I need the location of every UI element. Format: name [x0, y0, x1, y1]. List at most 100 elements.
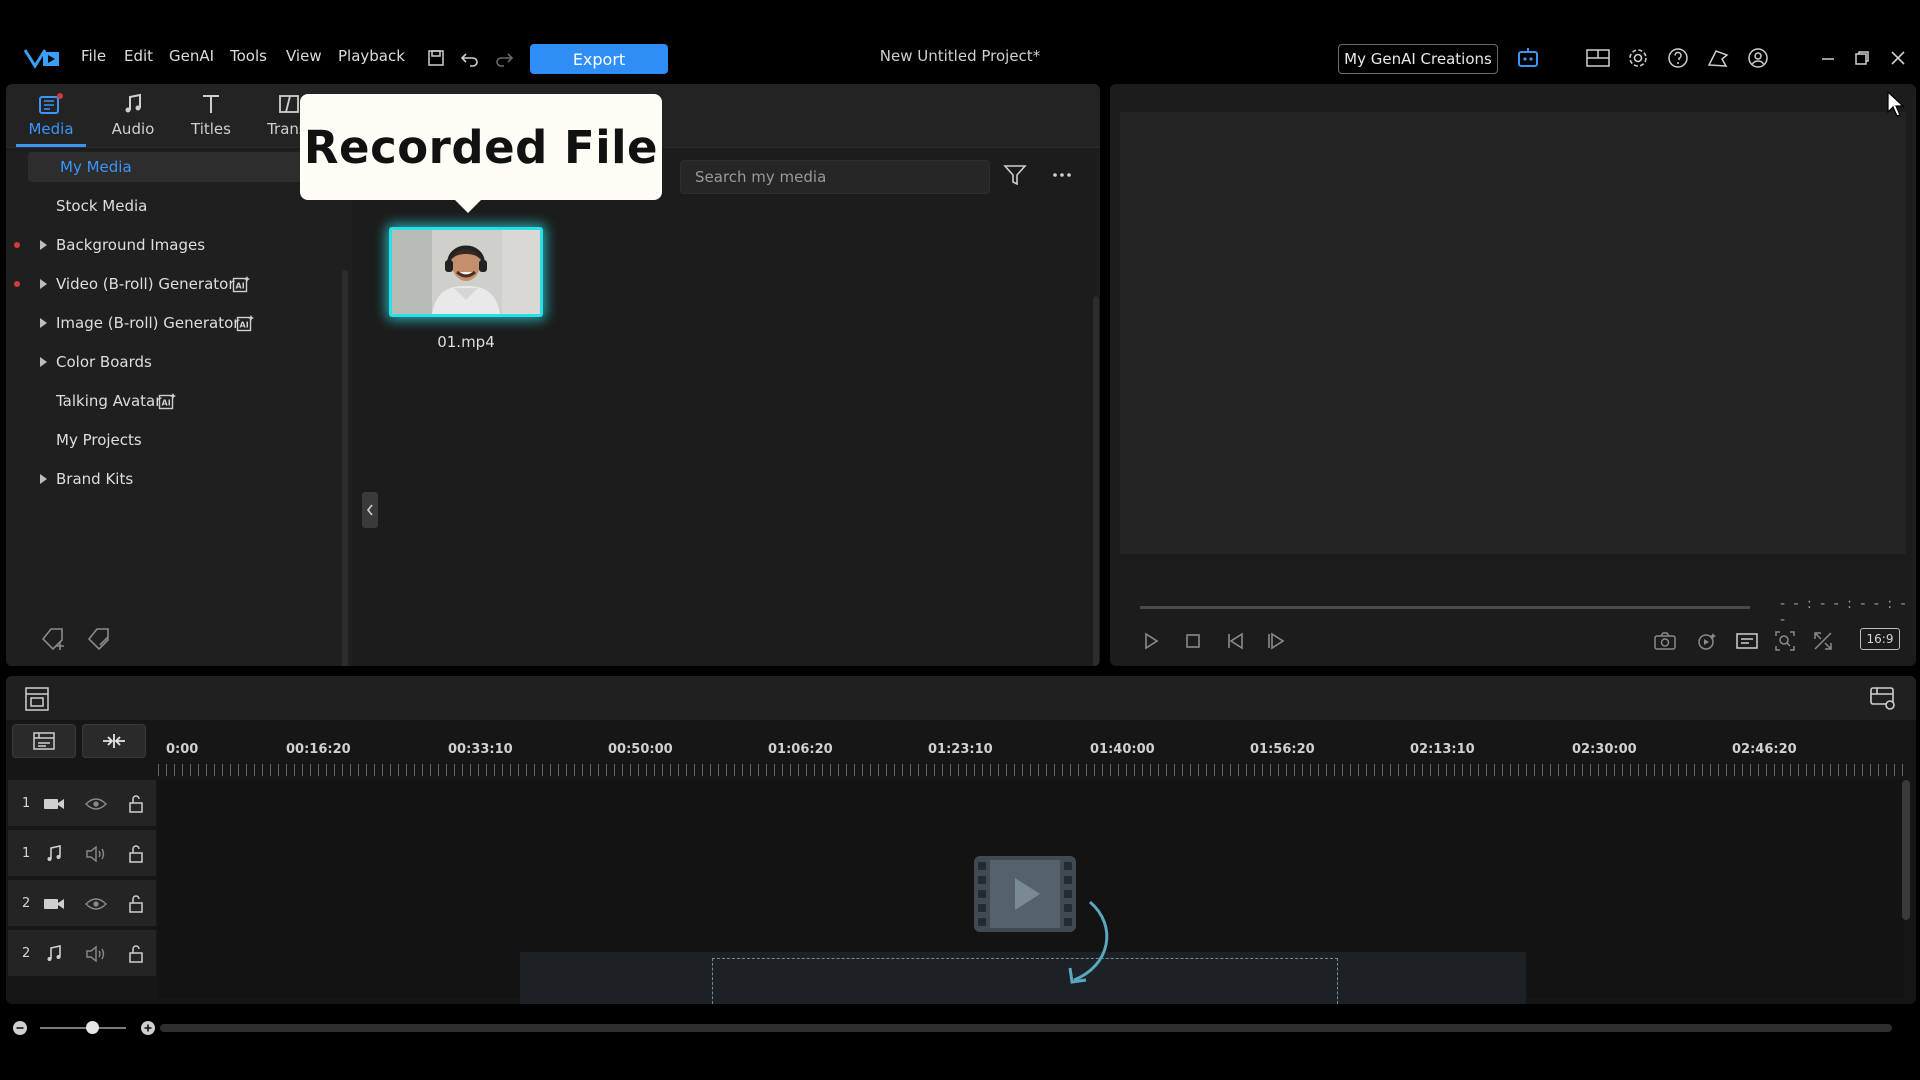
menu-playback[interactable]: Playback [338, 47, 405, 65]
tab-label: Audio [111, 120, 155, 138]
track-number: 1 [22, 796, 31, 811]
track-manager-button[interactable] [12, 724, 76, 758]
timeline-horizontal-scrollbar[interactable] [160, 1024, 1892, 1032]
tab-titles[interactable]: Titles [172, 92, 250, 144]
unlock-icon[interactable] [124, 792, 148, 816]
tree-item-my-media[interactable]: My Media [28, 152, 328, 182]
aspect-ratio-selector[interactable]: 16:9 [1860, 628, 1900, 650]
speaker-icon[interactable] [84, 842, 108, 866]
menu-genai[interactable]: GenAI [169, 47, 214, 65]
tree-item-stock-media[interactable]: Stock Media [6, 191, 336, 221]
previous-frame-icon[interactable] [1222, 626, 1252, 656]
preview-screen[interactable] [1120, 112, 1906, 554]
zoom-in-icon[interactable] [140, 1020, 156, 1036]
collapse-panel-handle[interactable] [362, 492, 378, 528]
save-icon[interactable] [422, 44, 450, 72]
media-thumbnail[interactable] [389, 227, 543, 317]
fit-timeline-button[interactable] [82, 724, 146, 758]
mouse-cursor-icon [1886, 90, 1906, 118]
feedback-icon[interactable] [1704, 44, 1732, 72]
more-options-icon[interactable] [1050, 162, 1074, 188]
new-indicator-dot [14, 242, 20, 248]
unlock-icon[interactable] [124, 842, 148, 866]
zoom-preview-icon[interactable] [1770, 626, 1800, 656]
ruler-label: 0:00 [166, 742, 199, 757]
subtitles-icon[interactable] [1732, 626, 1762, 656]
stop-icon[interactable] [1178, 626, 1208, 656]
play-icon[interactable] [1136, 626, 1166, 656]
tree-item-image-broll-generator[interactable]: Image (B-roll) Generator AI [6, 308, 336, 338]
unlock-icon[interactable] [124, 892, 148, 916]
eye-icon[interactable] [84, 792, 108, 816]
minimize-icon[interactable] [1814, 44, 1842, 72]
tab-audio[interactable]: Audio [94, 92, 172, 144]
redo-icon[interactable] [490, 44, 518, 72]
search-input[interactable]: Search my media [680, 160, 990, 194]
ai-assistant-icon[interactable] [1514, 44, 1542, 72]
record-voice-icon[interactable] [1692, 626, 1722, 656]
eye-icon[interactable] [84, 892, 108, 916]
timeline-ruler[interactable]: 0:00 00:16:20 00:33:10 00:50:00 01:06:20… [158, 724, 1904, 780]
timeline-toolbar [6, 676, 1916, 720]
timeline-vertical-scrollbar[interactable] [1902, 780, 1910, 920]
undo-icon[interactable] [456, 44, 484, 72]
new-indicator-dot [14, 281, 20, 287]
edit-tag-icon[interactable] [86, 626, 114, 652]
account-icon[interactable] [1744, 44, 1772, 72]
layout-icon[interactable] [1584, 44, 1612, 72]
tab-media[interactable]: Media [12, 92, 90, 144]
close-icon[interactable] [1884, 44, 1912, 72]
tree-item-my-projects[interactable]: My Projects [6, 425, 336, 455]
tree-item-video-broll-generator[interactable]: Video (B-roll) Generator AI [6, 269, 336, 299]
video-track-icon [42, 792, 66, 816]
preview-panel: - - : - - : - - : - - 16:9 [1110, 84, 1916, 666]
timeline-zoom-bar [0, 1008, 1920, 1044]
media-scrollbar[interactable] [1093, 296, 1099, 666]
zoom-slider-track[interactable] [40, 1027, 126, 1029]
track-row-audio-2[interactable]: 2 [8, 930, 156, 978]
timeline-settings-icon[interactable] [1868, 684, 1898, 712]
menu-edit[interactable]: Edit [124, 47, 153, 65]
unlock-icon[interactable] [124, 942, 148, 966]
preview-seekbar[interactable] [1140, 606, 1750, 609]
my-genai-creations-button[interactable]: My GenAI Creations [1338, 44, 1498, 74]
help-icon[interactable] [1664, 44, 1692, 72]
tree-item-color-boards[interactable]: Color Boards [6, 347, 336, 377]
tree-item-label: Stock Media [56, 197, 148, 215]
menu-file[interactable]: File [81, 47, 106, 65]
tab-label: Media [28, 120, 74, 138]
tree-item-label: My Media [60, 158, 132, 176]
menu-tools[interactable]: Tools [230, 47, 267, 65]
timeline-mode-icon[interactable] [24, 686, 50, 712]
track-number: 2 [22, 946, 31, 961]
track-row-video-1[interactable]: 1 [8, 780, 156, 828]
speaker-icon[interactable] [84, 942, 108, 966]
expand-arrow-icon[interactable] [40, 474, 47, 484]
expand-arrow-icon[interactable] [40, 279, 47, 289]
add-tag-icon[interactable] [40, 626, 68, 652]
ruler-ticks [158, 764, 1904, 776]
zoom-slider-knob[interactable] [86, 1021, 99, 1034]
expand-arrow-icon[interactable] [40, 240, 47, 250]
tree-item-label: Background Images [56, 236, 206, 254]
track-row-video-2[interactable]: 2 [8, 880, 156, 928]
next-frame-icon[interactable] [1262, 626, 1292, 656]
tree-item-talking-avatar[interactable]: Talking Avatar AI [6, 386, 336, 416]
expand-arrow-icon[interactable] [40, 357, 47, 367]
maximize-icon[interactable] [1848, 44, 1876, 72]
tree-item-background-images[interactable]: Background Images [6, 230, 336, 260]
ruler-label: 00:16:20 [286, 742, 351, 757]
zoom-out-icon[interactable] [12, 1020, 28, 1036]
tree-item-brand-kits[interactable]: Brand Kits [6, 464, 336, 494]
snapshot-camera-icon[interactable] [1650, 626, 1680, 656]
fullscreen-icon[interactable] [1808, 626, 1838, 656]
settings-gear-icon[interactable] [1624, 44, 1652, 72]
track-row-audio-1[interactable]: 1 [8, 830, 156, 878]
menu-view[interactable]: View [286, 47, 322, 65]
tree-scrollbar[interactable] [342, 270, 348, 666]
svg-text:AI: AI [240, 321, 249, 330]
ruler-label: 01:56:20 [1250, 742, 1315, 757]
filter-icon[interactable] [1002, 162, 1028, 188]
export-button[interactable]: Export [530, 44, 668, 74]
expand-arrow-icon[interactable] [40, 318, 47, 328]
